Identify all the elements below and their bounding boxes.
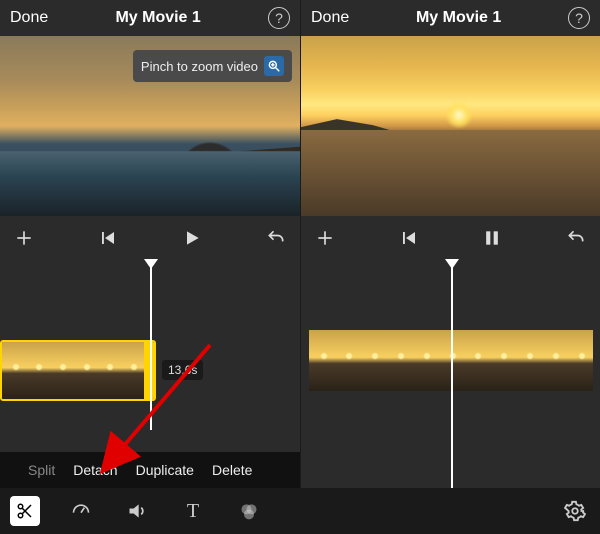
clip-thumbnail (361, 330, 387, 391)
undo-button[interactable] (562, 224, 590, 252)
speed-tool[interactable] (66, 496, 96, 526)
zoom-in-icon[interactable] (264, 56, 284, 76)
clip-thumbnail (567, 330, 593, 391)
clip-thumbnail (386, 330, 412, 391)
help-button[interactable]: ? (268, 7, 290, 29)
clip-duration-badge: 13.6s (162, 360, 203, 380)
clip-thumbnail (516, 330, 542, 391)
done-button[interactable]: Done (10, 9, 48, 27)
clip-thumbnail (490, 330, 516, 391)
timeline[interactable] (301, 260, 600, 490)
video-preview[interactable] (301, 36, 600, 216)
audio-tool[interactable] (122, 496, 152, 526)
topbar: Done My Movie 1 ? (301, 0, 600, 36)
undo-button[interactable] (262, 224, 290, 252)
clip-thumbnail (412, 330, 438, 391)
pause-button[interactable] (478, 224, 506, 252)
preview-frame (301, 36, 600, 216)
done-button[interactable]: Done (311, 9, 349, 27)
clip-thumbnail (97, 342, 121, 399)
clip-thumbnail (73, 342, 97, 399)
split-action[interactable]: Split (28, 462, 55, 478)
tooltip-text: Pinch to zoom video (141, 59, 258, 74)
pinch-tooltip: Pinch to zoom video (133, 50, 292, 82)
playhead[interactable] (451, 260, 453, 490)
clip-trim-handle[interactable] (144, 342, 154, 399)
playback-controls (0, 216, 300, 260)
clip-thumbnail (335, 330, 361, 391)
add-media-button[interactable] (10, 224, 38, 252)
scissors-tool[interactable] (10, 496, 40, 526)
duplicate-action[interactable]: Duplicate (136, 462, 194, 478)
timeline[interactable]: 13.6s (0, 260, 300, 430)
clip-actions: Split Detach Duplicate Delete (0, 452, 300, 488)
delete-action[interactable]: Delete (212, 462, 252, 478)
playback-controls (301, 216, 600, 260)
help-button[interactable]: ? (568, 7, 590, 29)
detach-action[interactable]: Detach (73, 462, 117, 478)
text-tool[interactable]: T (178, 496, 208, 526)
project-title: My Movie 1 (416, 9, 501, 27)
clip-thumbnail (120, 342, 144, 399)
clip-thumbnail (541, 330, 567, 391)
topbar: Done My Movie 1 ? (0, 0, 300, 36)
playhead[interactable] (150, 260, 152, 430)
left-panel: Done My Movie 1 ? Pinch to zoom video (0, 0, 300, 534)
add-media-button[interactable] (311, 224, 339, 252)
settings-button[interactable] (560, 496, 590, 526)
skip-back-button[interactable] (94, 224, 122, 252)
bottom-toolbar: T (0, 488, 300, 534)
skip-back-button[interactable] (395, 224, 423, 252)
filters-tool[interactable] (234, 496, 264, 526)
video-preview[interactable]: Pinch to zoom video (0, 36, 300, 216)
clip-thumbnail (26, 342, 50, 399)
selected-clip[interactable] (0, 340, 156, 401)
bottom-toolbar (301, 488, 600, 534)
project-title: My Movie 1 (115, 9, 200, 27)
preview-mountain (301, 115, 421, 155)
clip-thumbnail (464, 330, 490, 391)
clip-thumbnail (2, 342, 26, 399)
clip-thumbnail (309, 330, 335, 391)
right-panel: Done My Movie 1 ? (300, 0, 600, 534)
clip-thumbnail (49, 342, 73, 399)
play-button[interactable] (178, 224, 206, 252)
